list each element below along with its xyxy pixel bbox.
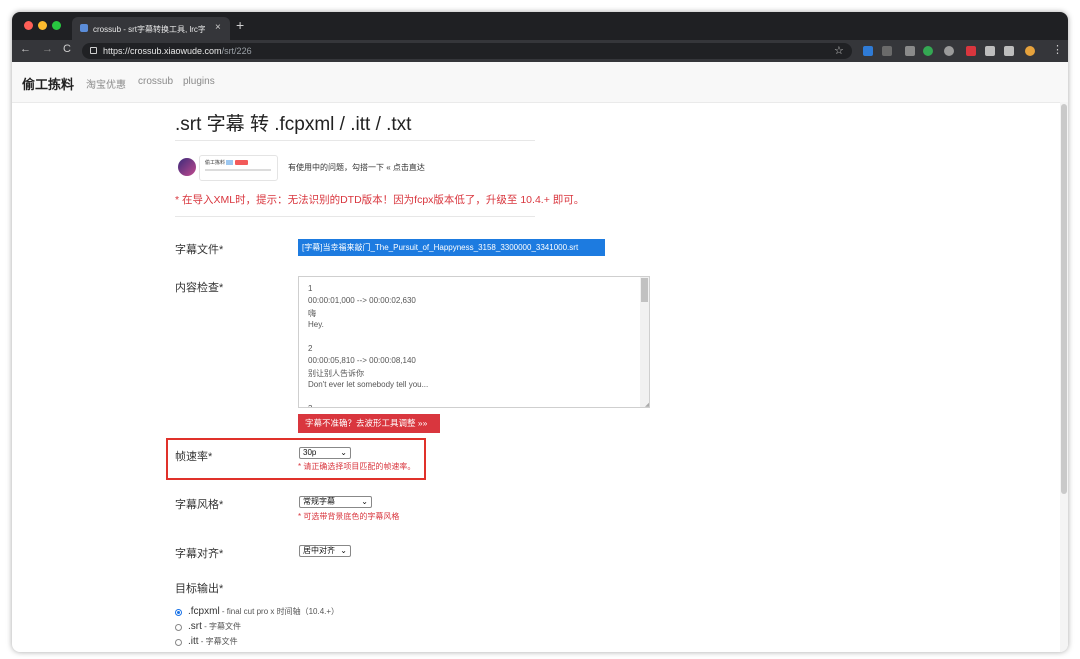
url-host: https://crossub.xiaowude.com <box>103 46 222 56</box>
card-text-line <box>205 169 271 171</box>
option-srt[interactable]: .srt - 字幕文件 <box>188 621 241 632</box>
page-scrollbar-thumb[interactable] <box>1061 104 1067 494</box>
dtd-warning: * 在导入XML时，提示：无法识别的DTD版本！因为fcpx版本低了，升级至 1… <box>175 194 585 206</box>
subtitle-line: 00:00:01,000 --> 00:00:02,630 <box>308 296 416 305</box>
tab-close-icon[interactable]: × <box>215 22 221 33</box>
zoom-window-button[interactable] <box>52 21 61 30</box>
nav-link-taobao[interactable]: 淘宝优惠 <box>86 76 126 91</box>
bookmark-star-icon[interactable]: ☆ <box>834 44 844 57</box>
align-label: 字幕对齐* <box>175 548 224 560</box>
site-brand[interactable]: 偷工拣料 <box>22 74 74 93</box>
site-navbar: 偷工拣料 淘宝优惠 crossub plugins <box>12 62 1068 103</box>
subtitle-line: Don't ever let somebody tell you... <box>308 380 429 389</box>
divider <box>175 140 535 141</box>
subtitle-line: 2 <box>308 344 313 353</box>
fps-label: 帧速率* <box>175 451 213 463</box>
subtitle-line: Hey. <box>308 320 324 329</box>
verified-badge-icon <box>226 160 233 165</box>
forward-icon[interactable]: → <box>42 43 53 55</box>
subtitle-line: 嗨 <box>308 309 316 318</box>
divider <box>175 216 535 217</box>
style-select-value: 常规字幕 <box>303 497 335 506</box>
radio-fcpxml[interactable] <box>175 609 182 616</box>
nav-link-crossub[interactable]: crossub <box>138 76 173 87</box>
level-badge-icon <box>235 160 248 165</box>
minimize-window-button[interactable] <box>38 21 47 30</box>
extension-icon[interactable] <box>905 46 915 56</box>
author-card-name: 偷工拣料 <box>205 160 226 166</box>
browser-menu-icon[interactable]: ⋮ <box>1052 43 1063 56</box>
content-check-label: 内容检查* <box>175 282 224 294</box>
extension-icon[interactable] <box>923 46 933 56</box>
align-select[interactable]: 居中对齐 ⌄ <box>299 545 351 557</box>
url-path: /srt/226 <box>221 46 252 56</box>
style-hint: * 可选带背景底色的字幕风格 <box>298 512 400 521</box>
option-fcpxml[interactable]: .fcpxml - final cut pro x 时间轴（10.4.+） <box>188 606 339 617</box>
output-label: 目标输出* <box>175 583 224 595</box>
option-itt[interactable]: .itt - 字幕文件 <box>188 636 238 647</box>
reload-icon[interactable]: C <box>63 43 71 55</box>
subtitle-line: 1 <box>308 284 313 293</box>
radio-itt[interactable] <box>175 639 182 646</box>
profile-avatar-icon[interactable] <box>1025 46 1035 56</box>
tab-title: crossub - srt字幕转换工具, lrc字 <box>93 25 205 34</box>
extension-icon[interactable] <box>863 46 873 56</box>
file-label: 字幕文件* <box>175 244 224 256</box>
puzzle-icon[interactable] <box>985 46 995 56</box>
nav-link-plugins[interactable]: plugins <box>183 76 215 87</box>
fps-select-value: 30p <box>303 448 317 457</box>
chevron-down-icon: ⌄ <box>340 448 347 457</box>
author-card[interactable]: 偷工拣料 <box>199 155 278 181</box>
option-srt-desc: - 字幕文件 <box>201 622 241 631</box>
waveform-adjust-button[interactable]: 字幕不准确？去波形工具调整 »» <box>298 414 440 433</box>
new-tab-button[interactable]: + <box>236 17 244 33</box>
radio-srt[interactable] <box>175 624 182 631</box>
content-check-textarea[interactable]: 1 00:00:01,000 --> 00:00:02,630 嗨 Hey. 2… <box>298 276 650 408</box>
extension-icon[interactable] <box>882 46 892 56</box>
option-fcpxml-name: .fcpxml <box>188 606 220 617</box>
subtitle-line: 别让别人告诉你 <box>308 369 364 378</box>
subtitle-line: 00:00:05,810 --> 00:00:08,140 <box>308 356 416 365</box>
file-chooser-button[interactable]: [字幕]当幸福来敲门_The_Pursuit_of_Happyness_3158… <box>298 239 605 256</box>
option-fcpxml-desc: - final cut pro x 时间轴（10.4.+） <box>219 607 340 616</box>
browser-tab[interactable]: crossub - srt字幕转换工具, lrc字 × <box>72 17 230 40</box>
close-window-button[interactable] <box>24 21 33 30</box>
extension-icon[interactable] <box>966 46 976 56</box>
fps-select[interactable]: 30p ⌄ <box>299 447 351 459</box>
chevron-down-icon: ⌄ <box>361 497 368 506</box>
author-avatar[interactable] <box>178 158 196 176</box>
style-select[interactable]: 常规字幕 ⌄ <box>299 496 372 508</box>
lock-icon <box>90 47 97 54</box>
option-itt-name: .itt <box>188 636 199 647</box>
url-text: https://crossub.xiaowude.com/srt/226 <box>103 46 252 56</box>
style-label: 字幕风格* <box>175 499 224 511</box>
contact-notice-link[interactable]: 有使用中的问题，勾搭一下 « 点击直达 <box>288 162 425 173</box>
tab-bar: crossub - srt字幕转换工具, lrc字 × + <box>12 12 1068 40</box>
extension-icon[interactable] <box>944 46 954 56</box>
chevron-down-icon: ⌄ <box>340 546 347 555</box>
option-srt-name: .srt <box>188 621 202 632</box>
resize-handle-icon[interactable]: ◢ <box>645 401 649 407</box>
option-itt-desc: - 字幕文件 <box>198 637 238 646</box>
textarea-scrollbar-thumb[interactable] <box>641 278 648 302</box>
subtitle-line: 3 <box>308 404 312 407</box>
browser-window: crossub - srt字幕转换工具, lrc字 × + ← → C http… <box>12 12 1068 652</box>
fps-hint: * 请正确选择项目匹配的帧速率。 <box>298 462 416 471</box>
browser-toolbar: ← → C https://crossub.xiaowude.com/srt/2… <box>12 40 1068 62</box>
address-bar[interactable]: https://crossub.xiaowude.com/srt/226 ☆ <box>82 43 852 59</box>
align-select-value: 居中对齐 <box>303 546 335 555</box>
back-icon[interactable]: ← <box>20 43 31 55</box>
page-title: .srt 字幕 转 .fcpxml / .itt / .txt <box>175 114 412 135</box>
reading-list-icon[interactable] <box>1004 46 1014 56</box>
favicon-icon <box>80 24 88 32</box>
